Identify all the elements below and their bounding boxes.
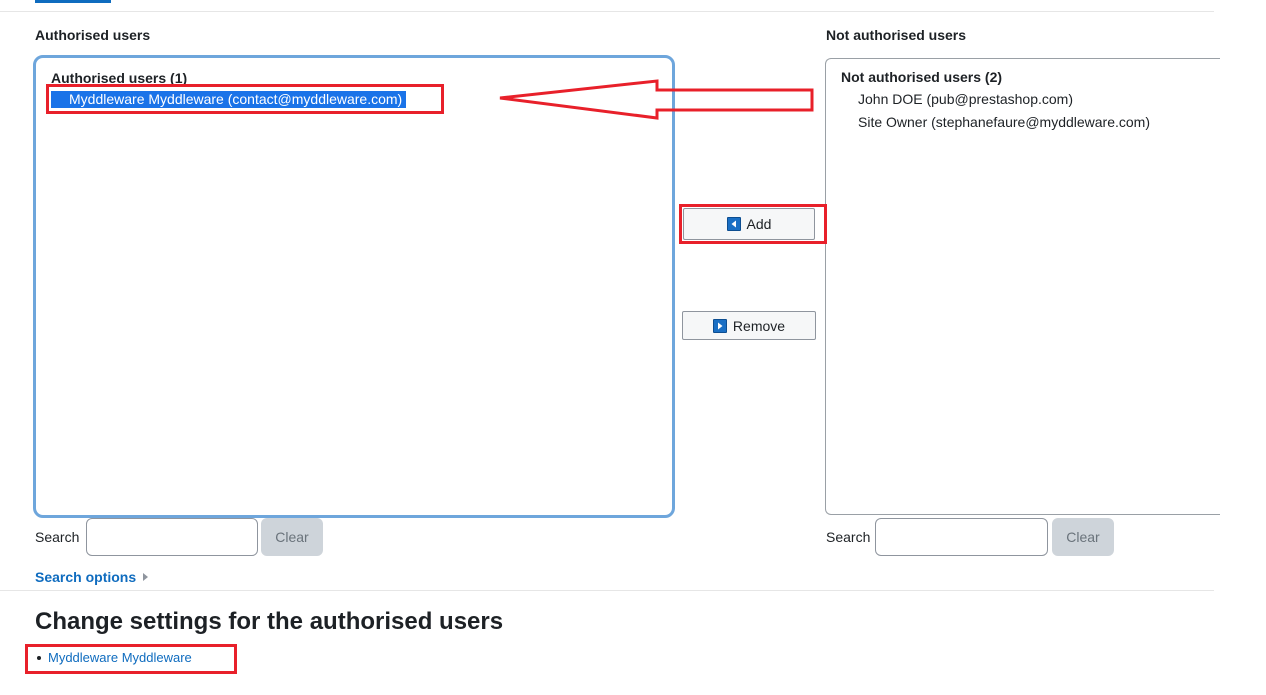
not-authorised-clear-button[interactable]: Clear bbox=[1052, 518, 1114, 556]
search-options-toggle[interactable]: Search options bbox=[35, 569, 149, 585]
annotation-highlight-settings-user bbox=[25, 644, 237, 674]
search-label: Search bbox=[35, 529, 80, 545]
annotation-highlight-selected-user bbox=[46, 84, 444, 114]
authorised-users-listbox[interactable]: Authorised users (1) Myddleware Myddlewa… bbox=[33, 55, 675, 518]
remove-button-label: Remove bbox=[732, 317, 786, 334]
search-options-label: Search options bbox=[35, 569, 137, 585]
authorised-clear-button[interactable]: Clear bbox=[261, 518, 323, 556]
caret-right-icon bbox=[142, 569, 149, 585]
section-divider bbox=[0, 590, 1214, 591]
arrow-right-icon bbox=[712, 318, 727, 333]
not-authorised-users-listbox[interactable]: Not authorised users (2) John DOE (pub@p… bbox=[825, 58, 1220, 515]
not-authorised-search-input[interactable] bbox=[875, 518, 1048, 556]
remove-button[interactable]: Remove bbox=[682, 311, 816, 340]
annotation-arrow-icon bbox=[499, 79, 814, 120]
search-label: Search bbox=[826, 529, 871, 545]
settings-section-title: Change settings for the authorised users bbox=[35, 608, 504, 635]
not-authorised-user-option[interactable]: Site Owner (stephanefaure@myddleware.com… bbox=[858, 114, 1150, 130]
authorised-users-heading: Authorised users bbox=[35, 27, 151, 43]
authorised-search-input[interactable] bbox=[86, 518, 258, 556]
tab-divider bbox=[0, 11, 1214, 12]
annotation-highlight-add-button bbox=[679, 204, 827, 244]
not-authorised-user-option[interactable]: John DOE (pub@prestashop.com) bbox=[858, 91, 1073, 107]
not-authorised-users-group-label: Not authorised users (2) bbox=[841, 69, 1003, 85]
not-authorised-users-heading: Not authorised users bbox=[826, 27, 967, 43]
active-tab-indicator bbox=[35, 0, 111, 3]
